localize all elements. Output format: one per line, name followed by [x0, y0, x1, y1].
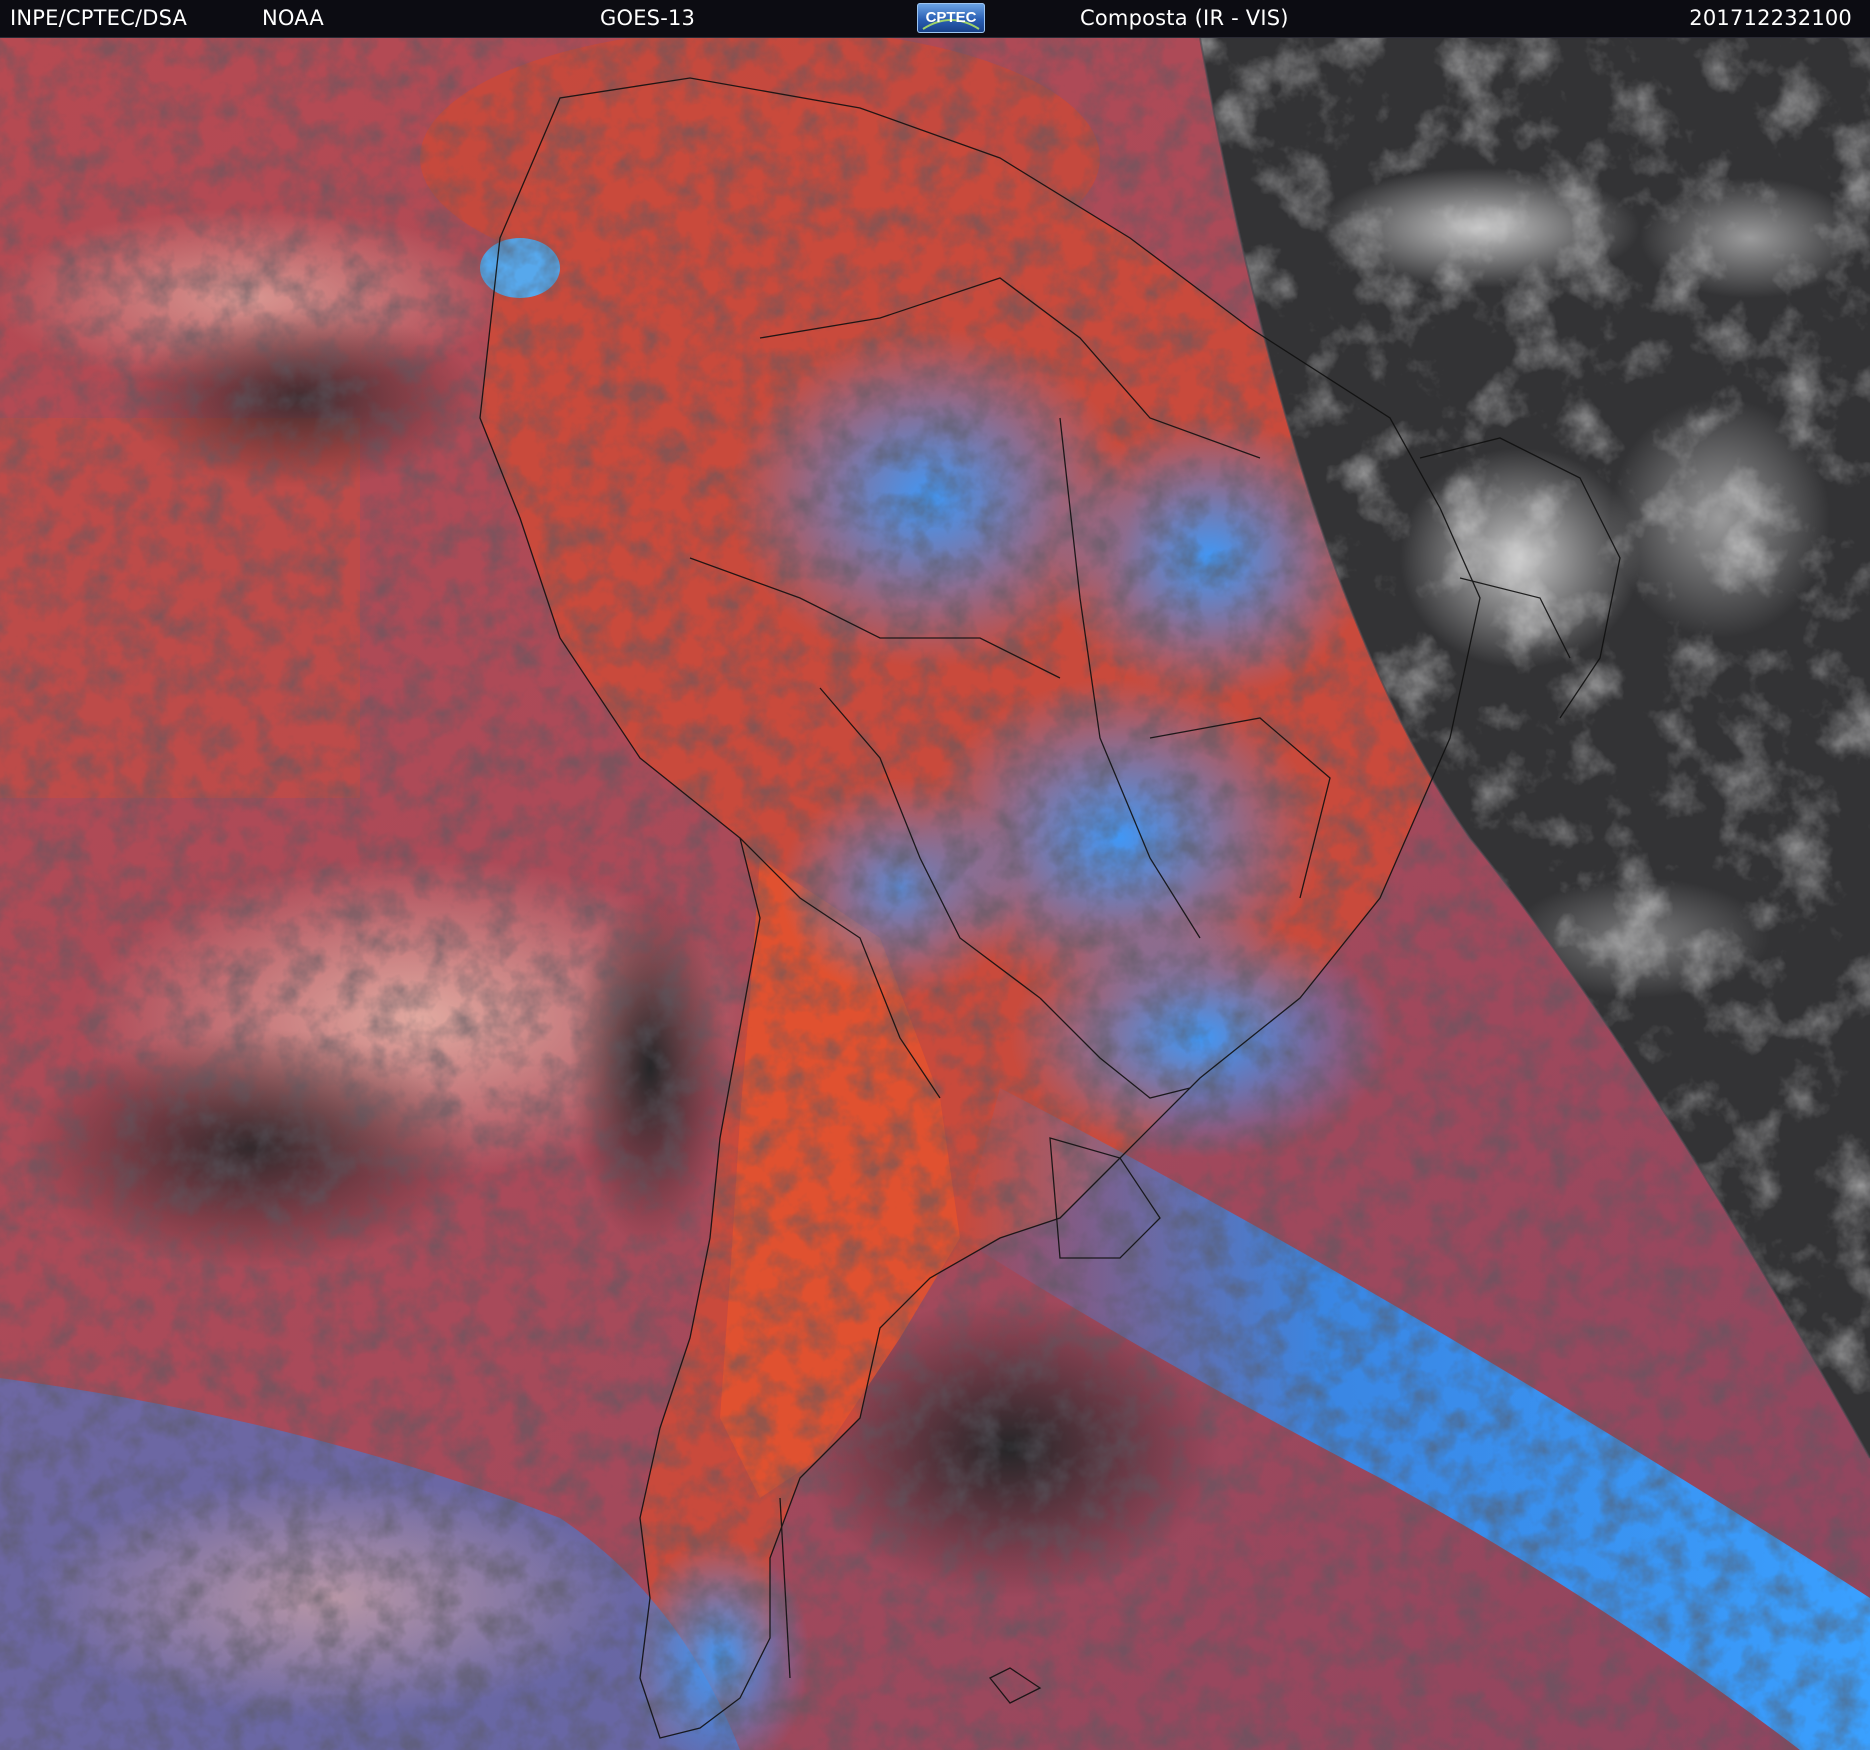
product-label: Composta (IR - VIS)	[1080, 6, 1289, 30]
logo-text: CPTEC	[926, 9, 977, 26]
satellite-viewer: INPE/CPTEC/DSA NOAA GOES-13 CPTEC Compos…	[0, 0, 1870, 1750]
header-bar: INPE/CPTEC/DSA NOAA GOES-13 CPTEC Compos…	[0, 0, 1870, 38]
org-label: INPE/CPTEC/DSA	[10, 6, 188, 30]
cptec-logo: CPTEC	[917, 3, 985, 33]
cptec-logo-icon: CPTEC	[922, 9, 980, 30]
satellite-image	[0, 38, 1870, 1750]
agency-label: NOAA	[262, 6, 324, 30]
timestamp-label: 201712232100	[1689, 6, 1852, 30]
satellite-label: GOES-13	[600, 6, 696, 30]
